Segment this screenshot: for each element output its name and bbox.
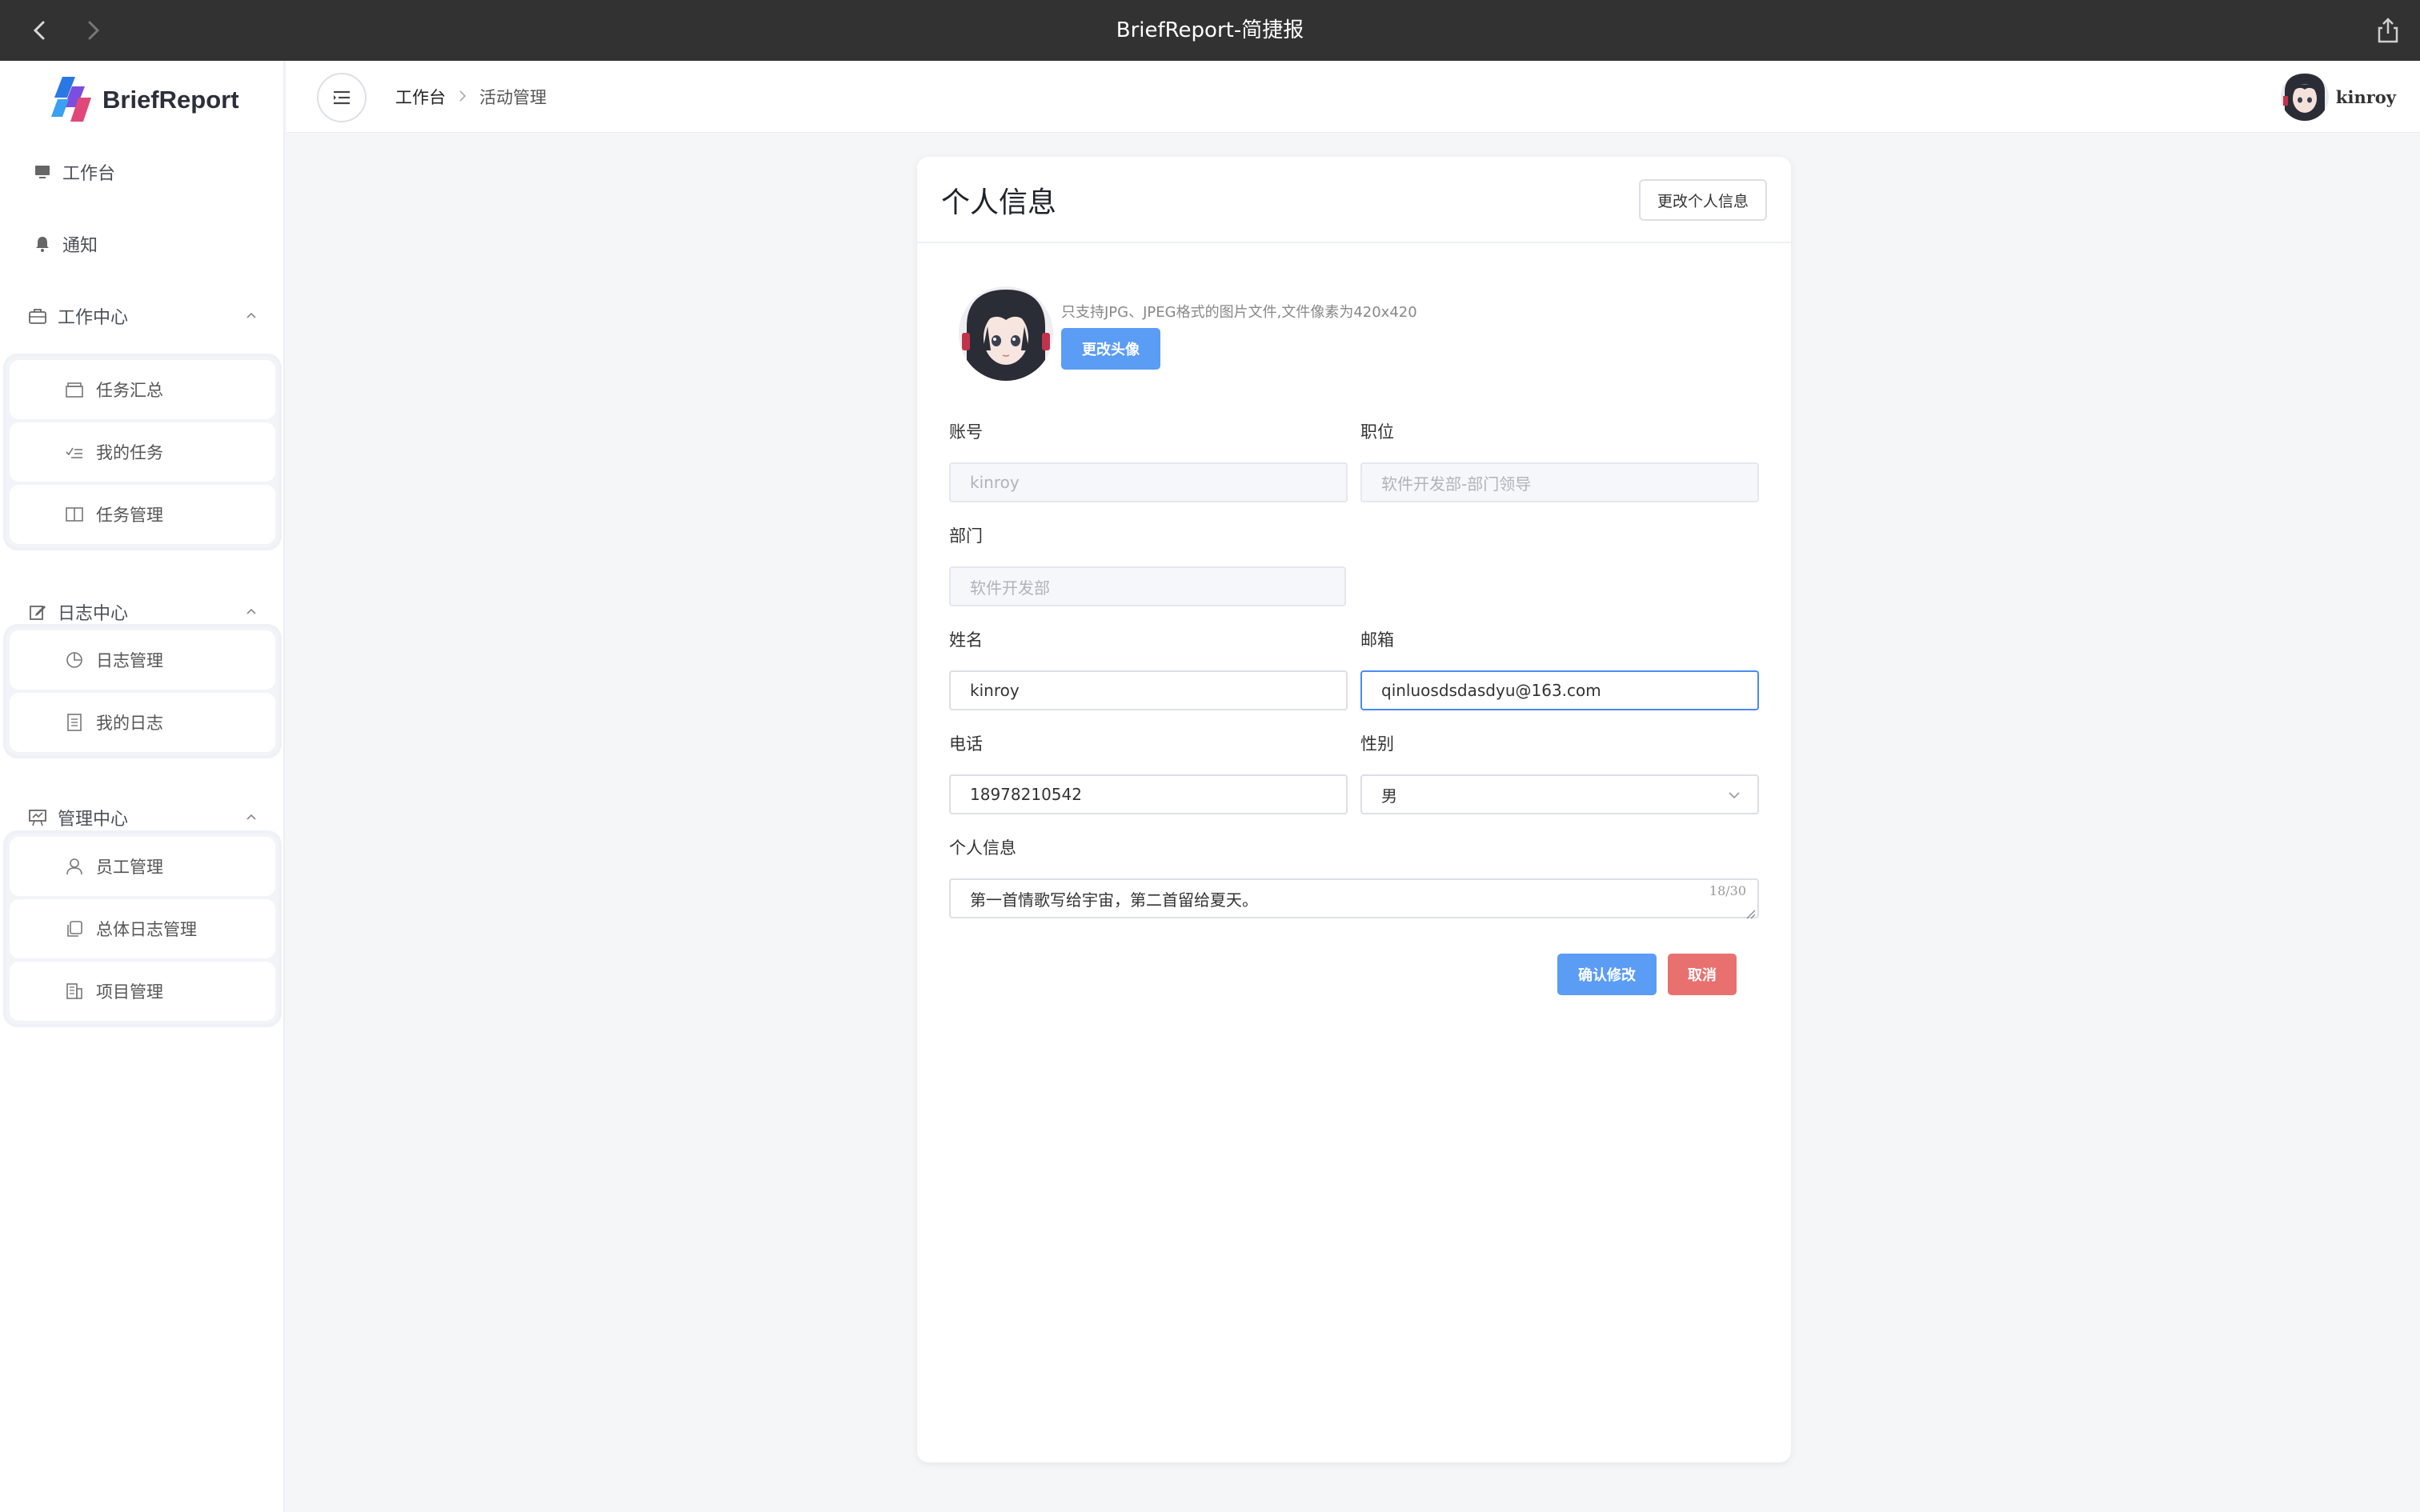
box-icon bbox=[64, 379, 85, 400]
menu-fold-icon bbox=[334, 90, 350, 105]
account-label: 账号 bbox=[949, 422, 983, 442]
sidebar-item-label: 任务管理 bbox=[96, 506, 163, 525]
username: kinroy bbox=[2335, 86, 2396, 107]
chevron-down-icon bbox=[1725, 786, 1743, 804]
position-field[interactable] bbox=[1360, 462, 1759, 502]
building-icon bbox=[64, 981, 85, 1002]
logo-mark-icon bbox=[51, 77, 91, 122]
briefcase-icon bbox=[27, 306, 48, 326]
sidebar-group-label: 管理中心 bbox=[58, 810, 129, 830]
gender-selected-value: 男 bbox=[1381, 786, 1397, 806]
edit-profile-button[interactable]: 更改个人信息 bbox=[1639, 179, 1767, 221]
sidebar-item-label: 日志管理 bbox=[96, 651, 163, 670]
chevron-up-icon bbox=[242, 808, 261, 827]
window-title: BriefReport-简捷报 bbox=[1116, 18, 1304, 42]
pie-chart-icon bbox=[64, 650, 85, 670]
sidebar-item-label: 通知 bbox=[62, 236, 98, 256]
sidebar-item-label: 总体日志管理 bbox=[96, 920, 197, 939]
confirm-button[interactable]: 确认修改 bbox=[1557, 954, 1657, 995]
sidebar-item-workbench[interactable]: 工作台 bbox=[0, 148, 285, 196]
bio-textarea[interactable]: 第一首情歌写给宇宙，第二首留给夏天。 18/30 bbox=[949, 878, 1759, 919]
sidebar-item-notifications[interactable]: 通知 bbox=[0, 220, 285, 268]
profile-card: 个人信息 更改个人信息 只支持JPG、JPEG格式的图片文件,文件像素为420x… bbox=[917, 157, 1791, 1462]
avatar bbox=[2280, 73, 2329, 121]
phone-label: 电话 bbox=[949, 734, 983, 754]
sidebar-group-label: 日志中心 bbox=[58, 604, 129, 624]
monitor-icon bbox=[32, 162, 53, 182]
sidebar-item-overall-log-management[interactable]: 总体日志管理 bbox=[10, 899, 275, 958]
sidebar-item-project-management[interactable]: 项目管理 bbox=[10, 962, 275, 1021]
submenu-admin-center: 员工管理 总体日志管理 项目管理 bbox=[3, 830, 282, 1027]
window-titlebar: BriefReport-简捷报 bbox=[0, 0, 2420, 61]
gender-label: 性别 bbox=[1360, 734, 1394, 754]
checklist-icon bbox=[64, 442, 85, 462]
presentation-icon bbox=[27, 807, 48, 828]
name-field[interactable] bbox=[949, 670, 1348, 710]
email-label: 邮箱 bbox=[1360, 630, 1394, 650]
avatar-hint: 只支持JPG、JPEG格式的图片文件,文件像素为420x420 bbox=[1061, 304, 1417, 321]
share-icon[interactable] bbox=[2372, 14, 2404, 46]
account-field[interactable] bbox=[949, 462, 1348, 502]
sidebar-group-label: 工作中心 bbox=[58, 308, 129, 328]
bell-icon bbox=[32, 234, 53, 254]
breadcrumb-item-workbench[interactable]: 工作台 bbox=[395, 85, 446, 109]
department-field[interactable] bbox=[949, 566, 1346, 606]
sidebar-item-my-logs[interactable]: 我的日志 bbox=[10, 693, 275, 752]
sidebar-item-label: 任务汇总 bbox=[96, 381, 163, 400]
sidebar-item-label: 项目管理 bbox=[96, 982, 163, 1002]
sidebar-item-staff-management[interactable]: 员工管理 bbox=[10, 837, 275, 896]
user-menu[interactable]: kinroy bbox=[2280, 72, 2396, 122]
sidebar-item-label: 我的任务 bbox=[96, 443, 163, 462]
user-icon bbox=[64, 856, 85, 877]
sidebar-item-log-management[interactable]: 日志管理 bbox=[10, 630, 275, 690]
char-counter: 18/30 bbox=[1709, 883, 1746, 898]
submenu-work-center: 任务汇总 我的任务 任务管理 bbox=[3, 354, 282, 550]
app-logo[interactable]: BriefReport bbox=[48, 72, 239, 128]
menu-toggle-button[interactable] bbox=[317, 73, 367, 122]
book-icon bbox=[64, 504, 85, 525]
breadcrumb-item-current: 活动管理 bbox=[479, 88, 547, 107]
gender-select[interactable]: 男 bbox=[1360, 774, 1759, 814]
sidebar-item-label: 工作台 bbox=[62, 164, 116, 184]
sidebar-item-task-summary[interactable]: 任务汇总 bbox=[10, 360, 275, 419]
chevron-up-icon bbox=[242, 602, 261, 622]
submenu-log-center: 日志管理 我的日志 bbox=[3, 624, 282, 758]
chevron-right-icon bbox=[457, 87, 468, 106]
department-label: 部门 bbox=[949, 526, 983, 546]
bio-label: 个人信息 bbox=[949, 838, 1016, 858]
name-label: 姓名 bbox=[949, 630, 983, 650]
page-title: 个人信息 bbox=[941, 186, 1057, 219]
sidebar-item-label: 员工管理 bbox=[96, 858, 163, 877]
breadcrumb: 工作台 活动管理 bbox=[395, 61, 547, 133]
logo-text: BriefReport bbox=[102, 86, 239, 114]
bio-text: 第一首情歌写给宇宙，第二首留给夏天。 bbox=[970, 890, 1258, 910]
copy-icon bbox=[64, 918, 85, 939]
cancel-button[interactable]: 取消 bbox=[1668, 954, 1737, 995]
resize-handle-icon[interactable] bbox=[1745, 904, 1756, 919]
sidebar-item-label: 我的日志 bbox=[96, 714, 163, 733]
change-avatar-button[interactable]: 更改头像 bbox=[1061, 328, 1160, 370]
sidebar-item-my-tasks[interactable]: 我的任务 bbox=[10, 422, 275, 482]
sidebar-item-task-management[interactable]: 任务管理 bbox=[10, 485, 275, 544]
edit-icon bbox=[27, 602, 48, 622]
phone-field[interactable] bbox=[949, 774, 1348, 814]
chevron-up-icon bbox=[242, 306, 261, 326]
card-header: 个人信息 更改个人信息 bbox=[917, 157, 1791, 243]
email-field[interactable] bbox=[1360, 670, 1759, 710]
top-header: 工作台 活动管理 kinroy bbox=[286, 61, 2420, 133]
sidebar: BriefReport 工作台 通知 工作中心 任务汇总 我的任务 任务管理 日… bbox=[0, 61, 285, 1512]
position-label: 职位 bbox=[1360, 422, 1394, 442]
sidebar-group-work-center[interactable]: 工作中心 bbox=[0, 292, 285, 340]
profile-avatar bbox=[959, 286, 1053, 381]
document-icon bbox=[64, 712, 85, 733]
